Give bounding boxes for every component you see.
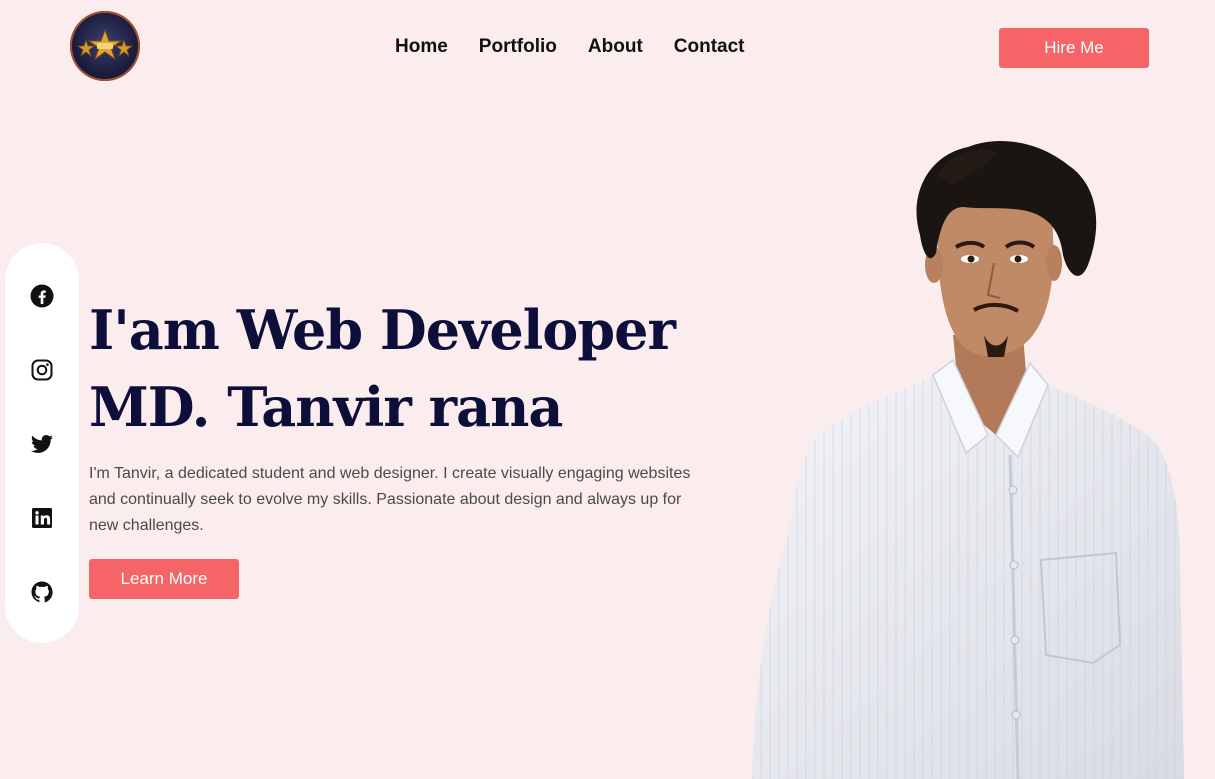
hero-headline: I'am Web Developer MD. Tanvir rana [89,292,689,446]
nav-about[interactable]: About [588,35,643,59]
nav-portfolio[interactable]: Portfolio [479,35,557,59]
page: Home Portfolio About Contact Hire Me I'a… [0,0,1215,779]
twitter-icon[interactable] [29,431,54,456]
hire-me-button[interactable]: Hire Me [999,28,1149,68]
nav-home[interactable]: Home [395,35,448,59]
main-nav: Home Portfolio About Contact [395,35,745,59]
hero-title-line2: MD. Tanvir rana [89,375,563,439]
nav-contact[interactable]: Contact [674,35,745,59]
social-sidebar [5,243,79,643]
linkedin-icon[interactable] [29,505,54,530]
profile-portrait [752,141,1184,779]
instagram-icon[interactable] [29,357,54,382]
learn-more-button[interactable]: Learn More [89,559,239,599]
hero-title-line1: I'am Web Developer [89,298,676,362]
github-icon[interactable] [29,579,54,604]
star-badge-icon [76,28,134,61]
facebook-icon[interactable] [29,283,54,308]
hero-description: I'm Tanvir, a dedicated student and web … [89,465,691,534]
site-logo[interactable] [70,11,140,81]
